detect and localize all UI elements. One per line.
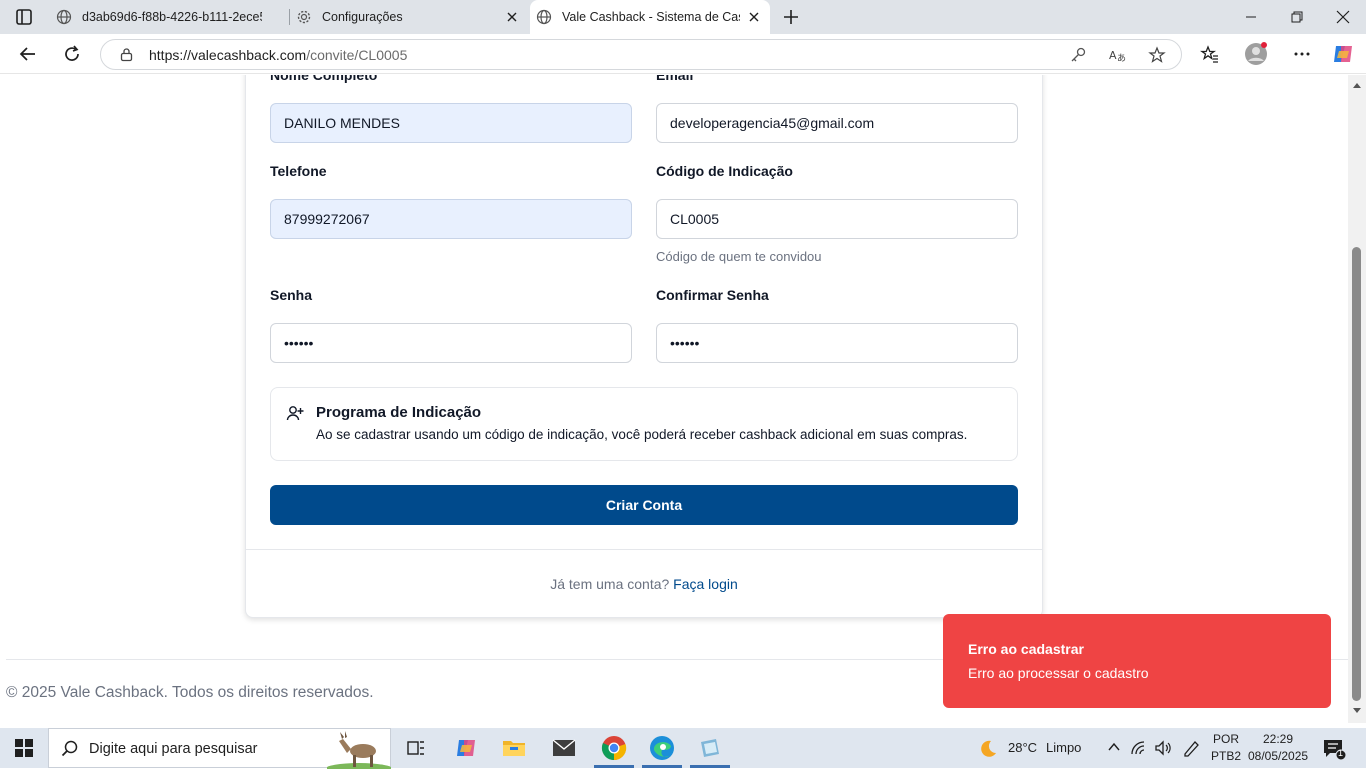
page-scrollbar[interactable]: [1348, 75, 1366, 723]
scroll-down-icon[interactable]: [1352, 707, 1362, 715]
footer-copyright: © 2025 Vale Cashback. Todos os direitos …: [6, 684, 374, 701]
tab-title: Configurações: [322, 10, 403, 24]
weather-temperature[interactable]: 28°C: [1008, 740, 1037, 755]
tab-uuid[interactable]: d3ab69d6-f88b-4226-b111-2ece5: [50, 0, 288, 34]
search-icon: [61, 740, 78, 757]
tab-title: d3ab69d6-f88b-4226-b111-2ece5: [82, 10, 262, 24]
toast-message: Erro ao processar o cadastro: [968, 665, 1149, 681]
favorite-star-icon[interactable]: [1148, 46, 1166, 64]
error-toast[interactable]: Erro ao cadastrar Erro ao processar o ca…: [943, 614, 1331, 708]
senha-label: Senha: [270, 287, 313, 303]
refresh-button[interactable]: [60, 42, 84, 66]
browser-tab-bar: d3ab69d6-f88b-4226-b111-2ece5 Configuraç…: [0, 0, 1366, 34]
referral-info-box: Programa de Indicação Ao se cadastrar us…: [270, 387, 1018, 461]
codigo-input[interactable]: CL0005: [656, 199, 1018, 239]
tab-configuracoes[interactable]: Configurações: [290, 0, 528, 34]
pen-icon[interactable]: [1181, 739, 1201, 757]
login-row: Já tem uma conta? Faça login: [246, 576, 1042, 592]
language-code[interactable]: POR: [1213, 732, 1239, 746]
copilot-taskbar-icon[interactable]: [442, 728, 490, 768]
tab-actions-icon[interactable]: [12, 7, 36, 27]
task-view-button[interactable]: [392, 728, 440, 768]
taskbar: Digite aqui para pesquisar 28°C Limpo PO…: [0, 728, 1366, 769]
toast-title: Erro ao cadastrar: [968, 641, 1084, 657]
signup-card: Nome Completo DANILO MENDES Email develo…: [245, 75, 1043, 618]
close-icon[interactable]: [746, 9, 762, 25]
login-prompt: Já tem uma conta?: [550, 576, 670, 592]
gear-icon: [297, 10, 311, 24]
donkey-illustration-icon: [327, 731, 391, 769]
senha-input[interactable]: ••••••: [270, 323, 632, 363]
taskbar-search[interactable]: Digite aqui para pesquisar: [48, 728, 391, 769]
notifications-button[interactable]: 1: [1322, 738, 1347, 761]
tab-title: Vale Cashback - Sistema de Cashb: [562, 10, 740, 24]
tab-vale-cashback[interactable]: Vale Cashback - Sistema de Cashb: [530, 0, 770, 34]
edge-icon[interactable]: [638, 728, 686, 768]
user-plus-icon: [286, 406, 304, 421]
nome-input[interactable]: DANILO MENDES: [270, 103, 632, 143]
moon-weather-icon[interactable]: [976, 738, 998, 760]
start-button[interactable]: [0, 728, 48, 768]
confirmar-senha-input[interactable]: ••••••: [656, 323, 1018, 363]
clock-date[interactable]: 08/05/2025: [1248, 749, 1308, 763]
clock-time[interactable]: 22:29: [1263, 732, 1293, 746]
close-window-button[interactable]: [1320, 0, 1366, 34]
confirmar-senha-label: Confirmar Senha: [656, 287, 769, 303]
network-icon[interactable]: [1130, 740, 1148, 756]
volume-icon[interactable]: [1154, 740, 1172, 756]
remote-app-icon[interactable]: [686, 728, 734, 768]
globe-icon: [56, 9, 72, 25]
minimize-button[interactable]: [1228, 0, 1274, 34]
svg-text:あ: あ: [1117, 53, 1126, 64]
new-tab-button[interactable]: [780, 6, 802, 28]
keyboard-layout[interactable]: PTB2: [1211, 749, 1241, 763]
nome-label: Nome Completo: [270, 75, 378, 83]
email-label: Email: [656, 75, 694, 83]
telefone-label: Telefone: [270, 163, 327, 179]
more-menu-button[interactable]: [1290, 42, 1314, 66]
url-text: https://valecashback.com/convite/CL0005: [149, 47, 407, 63]
email-input[interactable]: developeragencia45@gmail.com: [656, 103, 1018, 143]
scroll-up-icon[interactable]: [1352, 81, 1362, 89]
site-info-icon[interactable]: [119, 47, 134, 62]
referral-title: Programa de Indicação: [316, 404, 482, 421]
copilot-icon[interactable]: [1331, 42, 1355, 66]
telefone-input[interactable]: 87999272067: [270, 199, 632, 239]
svg-text:A: A: [1109, 49, 1117, 62]
login-link[interactable]: Faça login: [673, 576, 738, 592]
search-placeholder: Digite aqui para pesquisar: [89, 741, 258, 757]
profile-avatar[interactable]: [1244, 42, 1268, 66]
globe-icon: [536, 9, 552, 25]
close-icon[interactable]: [504, 9, 520, 25]
address-bar[interactable]: https://valecashback.com/convite/CL0005 …: [100, 39, 1182, 70]
back-button[interactable]: [16, 42, 40, 66]
url-host: https://valecashback.com: [149, 47, 307, 63]
url-path: /convite/CL0005: [306, 47, 408, 63]
notification-count: 1: [1338, 748, 1344, 758]
chevron-up-icon[interactable]: [1107, 741, 1121, 753]
windows-logo-icon: [15, 739, 33, 757]
browser-toolbar: https://valecashback.com/convite/CL0005 …: [0, 34, 1366, 74]
restore-button[interactable]: [1274, 0, 1320, 34]
favorites-button[interactable]: [1198, 42, 1222, 66]
mail-icon[interactable]: [540, 728, 588, 768]
codigo-hint: Código de quem te convidou: [656, 249, 822, 264]
chrome-icon[interactable]: [590, 728, 638, 768]
file-explorer-icon[interactable]: [490, 728, 538, 768]
key-icon[interactable]: [1069, 46, 1087, 64]
referral-description: Ao se cadastrar usando um código de indi…: [316, 427, 968, 442]
codigo-label: Código de Indicação: [656, 163, 793, 179]
weather-description[interactable]: Limpo: [1046, 740, 1081, 755]
scrollbar-thumb[interactable]: [1352, 247, 1361, 701]
card-divider: [246, 549, 1042, 550]
translate-icon[interactable]: Aあ: [1108, 46, 1126, 64]
criar-conta-button[interactable]: Criar Conta: [270, 485, 1018, 525]
